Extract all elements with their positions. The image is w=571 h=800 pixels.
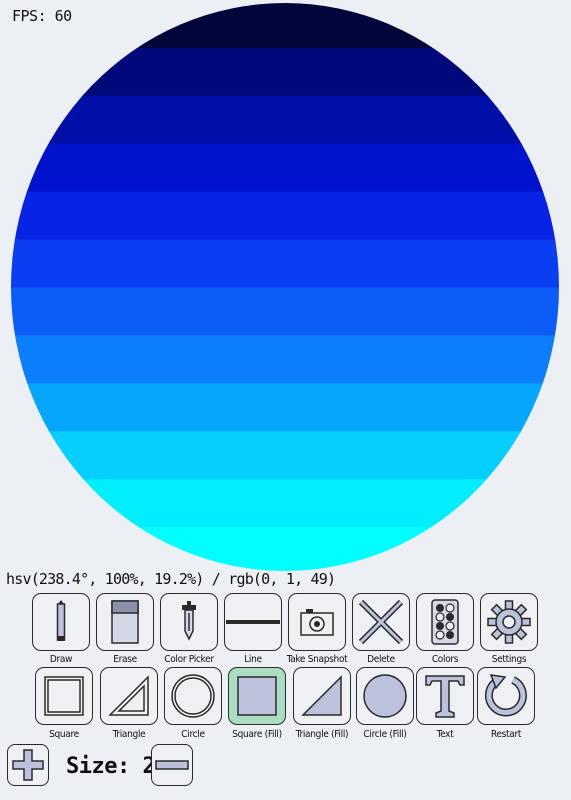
settings-button[interactable] — [480, 593, 538, 651]
eraser-icon — [111, 600, 139, 644]
gradient-band — [11, 431, 559, 481]
pencil-icon — [56, 600, 66, 641]
gradient-band — [11, 479, 559, 529]
gradient-band — [11, 239, 559, 289]
gradient-band — [11, 143, 559, 193]
camera-icon — [300, 609, 334, 636]
draw-button[interactable] — [32, 593, 90, 651]
restart-button[interactable] — [477, 667, 535, 725]
gradient-band — [11, 287, 559, 337]
gradient-band — [11, 335, 559, 385]
triangle-fill-button[interactable] — [293, 667, 351, 725]
line-icon — [226, 620, 280, 624]
gradient-band — [11, 527, 559, 571]
gradient-band — [11, 191, 559, 241]
plus-icon — [12, 749, 44, 781]
square-button[interactable] — [35, 667, 93, 725]
line-button[interactable] — [224, 593, 282, 651]
x-icon — [358, 599, 404, 645]
color-picker-button[interactable] — [160, 593, 218, 651]
circle-button[interactable] — [164, 667, 222, 725]
triangle-fill-icon — [301, 675, 342, 716]
color-status-text: hsv(238.4°, 100%, 19.2%) / rgb(0, 1, 49) — [6, 570, 336, 588]
triangle-button[interactable] — [100, 667, 158, 725]
circle-fill-button[interactable] — [356, 667, 414, 725]
text-button[interactable] — [416, 667, 474, 725]
size-decrease-button[interactable] — [151, 744, 193, 786]
restart-label: Restart — [490, 729, 522, 740]
minus-icon — [155, 760, 189, 770]
gradient-band — [11, 383, 559, 433]
delete-button[interactable] — [352, 593, 410, 651]
settings-label: Settings — [491, 654, 527, 665]
erase-button[interactable] — [96, 593, 154, 651]
take-snapshot-button[interactable] — [288, 593, 346, 651]
palette-icon — [431, 599, 459, 645]
fps-counter: FPS: 60 — [12, 7, 72, 25]
gradient-band — [11, 3, 559, 49]
gradient-band — [11, 95, 559, 145]
size-increase-button[interactable] — [7, 744, 49, 786]
colors-button[interactable] — [416, 593, 474, 651]
triangle-outline-icon — [108, 675, 149, 716]
gradient-band — [11, 47, 559, 97]
restart-icon — [484, 674, 527, 717]
drawing-canvas[interactable] — [0, 0, 571, 575]
square-fill-icon — [237, 676, 277, 716]
drawn-gradient-circle — [11, 3, 559, 571]
gear-icon — [487, 600, 531, 644]
text-icon — [425, 675, 465, 718]
dropper-icon — [182, 601, 196, 641]
square-outline-icon — [44, 676, 84, 716]
circle-fill-icon — [363, 674, 407, 718]
circle-outline-icon — [171, 674, 215, 718]
square-fill-button[interactable] — [228, 667, 286, 725]
